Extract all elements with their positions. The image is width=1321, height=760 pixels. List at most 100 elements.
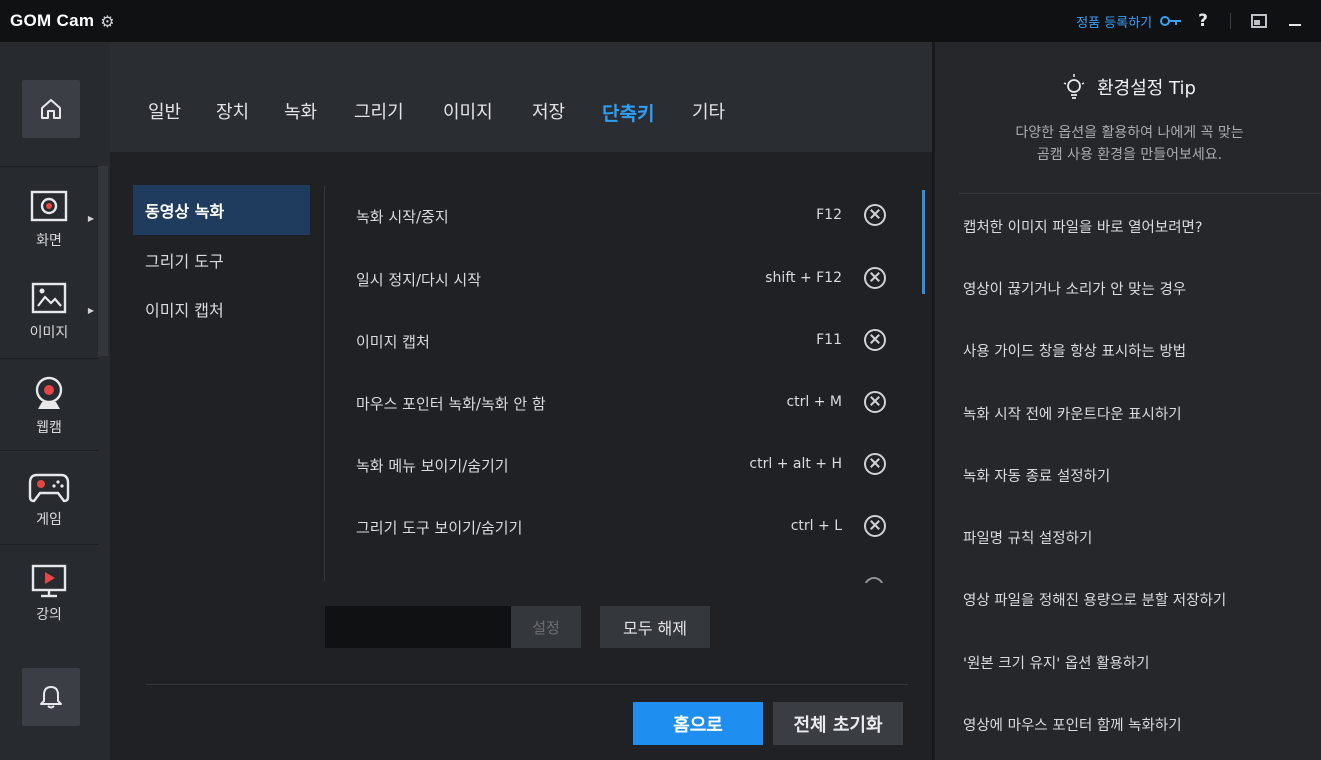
tips-header: 환경설정 Tip [935, 74, 1321, 100]
tips-panel: 환경설정 Tip 다양한 옵션을 활용하여 나에게 꼭 맞는 곰캠 사용 환경을… [932, 42, 1321, 760]
gamepad-icon [28, 473, 70, 503]
tab-shortcuts[interactable]: 단축키 [602, 99, 654, 126]
rail-item-label: 이미지 [29, 325, 69, 341]
clear-all-button[interactable]: 모두 해제 [600, 606, 710, 648]
shortcut-key: ctrl + M [786, 394, 842, 410]
tab-etc[interactable]: 기타 [692, 98, 725, 124]
settings-tab-bar: 일반 장치 녹화 그리기 이미지 저장 단축키 기타 [110, 42, 932, 152]
home-button[interactable] [22, 80, 80, 138]
shortcut-key: ctrl + L [790, 518, 842, 534]
chevron-right-icon: ▶ [87, 306, 94, 315]
rail-item-screen[interactable]: 화면 ▶ [0, 174, 98, 266]
rail-item-webcam[interactable]: 웹캠 [0, 360, 98, 452]
tab-save[interactable]: 저장 [532, 98, 565, 124]
key-icon[interactable] [1160, 16, 1182, 26]
rail-divider [0, 544, 98, 545]
tips-title: 환경설정 Tip [1097, 78, 1196, 99]
tips-subtitle-line: 다양한 옵션을 활용하여 나에게 꼭 맞는 [1015, 125, 1244, 141]
rail-item-label: 강의 [36, 607, 62, 623]
category-image-capture[interactable]: 이미지 캡처 [133, 284, 310, 334]
shortcut-row[interactable]: 그리기 도구 보이기/숨기기 ctrl + L [356, 513, 886, 543]
help-button[interactable]: ? [1198, 11, 1208, 31]
lightbulb-icon [1063, 74, 1085, 99]
app-logo: GOM Cam [10, 11, 95, 30]
remove-shortcut-icon [864, 577, 884, 583]
minimize-icon[interactable] [1289, 24, 1301, 26]
shortcut-name: 녹화 메뉴 보이기/숨기기 [356, 457, 509, 475]
titlebar-controls: 정품 등록하기 ? [1076, 0, 1321, 42]
tab-drawing[interactable]: 그리기 [354, 98, 404, 124]
shortcut-row[interactable]: 이미지 캡처 F11 [356, 327, 886, 357]
tip-link[interactable]: 영상에 마우스 포인터 함께 녹화하기 [963, 714, 1182, 735]
remove-shortcut-icon[interactable] [864, 453, 886, 475]
tip-link[interactable]: 영상 파일을 정해진 용량으로 분할 저장하기 [963, 589, 1226, 610]
restore-window-icon[interactable] [1251, 14, 1267, 28]
tab-general[interactable]: 일반 [148, 98, 181, 124]
tips-divider [959, 193, 1321, 194]
remove-shortcut-icon[interactable] [864, 267, 886, 289]
rail-divider [0, 450, 98, 451]
shortcut-key: shift + F12 [765, 270, 842, 286]
go-home-button[interactable]: 홈으로 [633, 702, 763, 745]
lecture-icon [31, 564, 67, 598]
rail-item-lecture[interactable]: 강의 [0, 548, 98, 640]
shortcut-key-input[interactable] [325, 606, 511, 648]
shortcut-key: F12 [816, 207, 842, 223]
shortcut-row[interactable]: 녹화 메뉴 보이기/숨기기 ctrl + alt + H [356, 451, 886, 481]
rail-scrollbar[interactable] [98, 166, 108, 356]
rail-item-label: 게임 [36, 512, 62, 528]
rail-divider [0, 358, 98, 359]
rail-divider [0, 166, 98, 167]
bell-icon [40, 686, 62, 709]
shortcut-row[interactable]: 일시 정지/다시 시작 shift + F12 [356, 265, 886, 295]
rail-item-image[interactable]: 이미지 ▶ [0, 266, 98, 358]
tab-recording[interactable]: 녹화 [284, 98, 317, 124]
chevron-right-icon: ▶ [87, 214, 94, 223]
shortcut-name: 녹화 시작/중지 [356, 208, 449, 226]
screen-record-icon [30, 190, 68, 222]
gear-icon[interactable]: ⚙ [100, 12, 114, 31]
shortcut-key: ctrl + alt + H [749, 456, 842, 472]
register-link[interactable]: 정품 등록하기 [1076, 12, 1152, 31]
tip-link[interactable]: 녹화 시작 전에 카운트다운 표시하기 [963, 403, 1182, 424]
shortcut-name: 마우스 포인터 녹화/녹화 안 함 [356, 395, 546, 413]
webcam-icon [35, 376, 63, 409]
set-shortcut-button[interactable]: 설정 [511, 606, 581, 648]
tip-link[interactable]: 녹화 자동 종료 설정하기 [963, 465, 1110, 486]
title-bar: GOM Cam ⚙ 정품 등록하기 ? [0, 0, 1321, 42]
remove-shortcut-icon[interactable] [864, 391, 886, 413]
shortcut-name: 이미지 캡처 [356, 333, 430, 351]
tips-subtitle: 다양한 옵션을 활용하여 나에게 꼭 맞는 곰캠 사용 환경을 만들어보세요. [935, 122, 1321, 166]
tip-link[interactable]: 영상이 끊기거나 소리가 안 맞는 경우 [963, 278, 1186, 299]
shortcut-row[interactable]: 마우스 포인터 녹화/녹화 안 함 ctrl + M [356, 389, 886, 419]
tip-link[interactable]: 캡처한 이미지 파일을 바로 열어보려면? [963, 216, 1203, 237]
shortcut-settings-panel: 동영상 녹화 그리기 도구 이미지 캡처 녹화 시작/중지 F12 일시 정지/… [110, 152, 932, 760]
shortcut-key: F11 [816, 332, 842, 348]
remove-shortcut-icon[interactable] [864, 329, 886, 351]
tips-subtitle-line: 곰캠 사용 환경을 만들어보세요. [1036, 147, 1223, 163]
left-rail: 화면 ▶ 이미지 ▶ 웹캠 게임 강의 [0, 42, 110, 760]
shortcut-list-scrollbar[interactable] [922, 190, 925, 294]
tab-image[interactable]: 이미지 [443, 98, 493, 124]
rail-item-game[interactable]: 게임 [0, 454, 98, 546]
shortcut-name: 일시 정지/다시 시작 [356, 271, 481, 289]
category-video-recording[interactable]: 동영상 녹화 [133, 185, 310, 235]
remove-shortcut-icon[interactable] [864, 204, 886, 226]
shortcut-name: 그리기 도구 보이기/숨기기 [356, 519, 523, 537]
reset-all-button[interactable]: 전체 초기화 [773, 702, 903, 745]
titlebar-divider [1230, 13, 1231, 29]
tip-link[interactable]: '원본 크기 유지' 옵션 활용하기 [963, 652, 1150, 673]
category-divider [324, 186, 325, 581]
notification-button[interactable] [22, 668, 80, 726]
image-icon [31, 282, 67, 314]
category-drawing-tool[interactable]: 그리기 도구 [133, 235, 310, 285]
rail-item-label: 화면 [36, 233, 62, 249]
rail-item-label: 웹캠 [36, 420, 62, 436]
tip-link[interactable]: 사용 가이드 창을 항상 표시하는 방법 [963, 340, 1186, 361]
shortcut-row[interactable]: 녹화 시작/중지 F12 [356, 202, 886, 232]
home-icon [41, 99, 61, 119]
tip-link[interactable]: 파일명 규칙 설정하기 [963, 527, 1092, 548]
remove-shortcut-icon[interactable] [864, 515, 886, 537]
tab-device[interactable]: 장치 [216, 98, 249, 124]
footer-divider [146, 684, 908, 685]
